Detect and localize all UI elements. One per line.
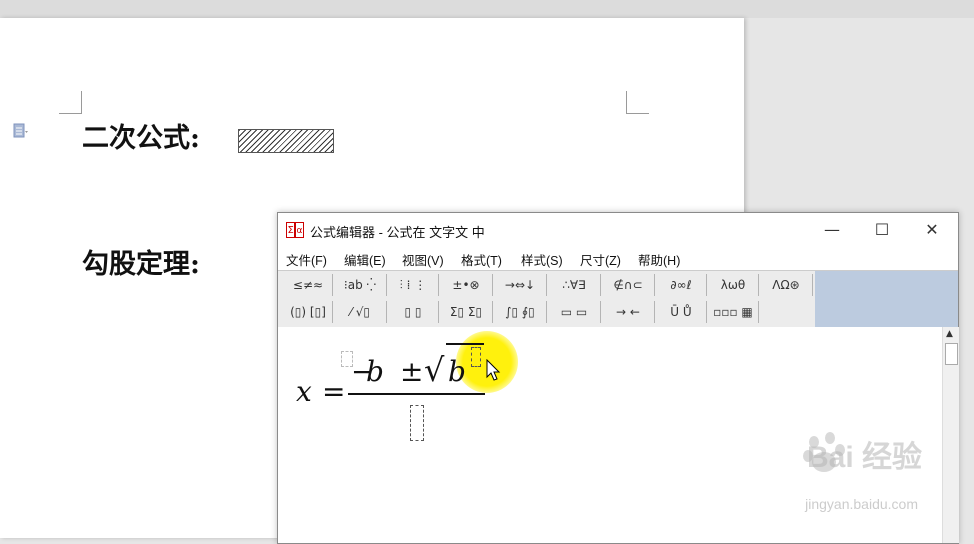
relations-palette[interactable]: ≤≠≈ bbox=[284, 274, 333, 296]
maximize-button[interactable]: ☐ bbox=[862, 217, 902, 243]
menu-bar: 文件(F) 编辑(E) 视图(V) 格式(T) 样式(S) 尺寸(Z) 帮助(H… bbox=[278, 247, 958, 269]
vertical-scrollbar[interactable]: ▲ bbox=[942, 327, 959, 543]
margin-corner-top-left bbox=[59, 91, 82, 114]
menu-help[interactable]: 帮助(H) bbox=[638, 250, 680, 269]
menu-format[interactable]: 格式(T) bbox=[461, 250, 502, 269]
embedded-equation-object[interactable] bbox=[238, 129, 334, 153]
formula-radical: √ bbox=[424, 351, 445, 389]
minimize-button[interactable]: — bbox=[812, 217, 852, 243]
fraction-bar bbox=[348, 393, 485, 395]
denominator-slot[interactable] bbox=[410, 405, 424, 441]
underbar-overbar-templates-palette[interactable]: ▭ ▭ bbox=[548, 301, 601, 323]
heading-pythagorean: 勾股定理: bbox=[82, 249, 200, 280]
greek-uppercase-palette[interactable]: ΛΩ⊛ bbox=[760, 274, 813, 296]
toolbar-empty-area bbox=[815, 271, 958, 327]
watermark-brand: Bai 经验 bbox=[806, 441, 922, 474]
equation-editor-window[interactable]: Σ α 公式编辑器 - 公式在 文字文 中 — ☐ ✕ 文件(F) 编辑(E) … bbox=[277, 212, 959, 544]
set-theory-palette[interactable]: ∉∩⊂ bbox=[602, 274, 655, 296]
spaces-ellipses-palette[interactable]: ⁝ab ⁛ bbox=[334, 274, 387, 296]
menu-edit[interactable]: 编辑(E) bbox=[344, 250, 386, 269]
scroll-up-arrow-icon[interactable]: ▲ bbox=[946, 329, 953, 339]
paragraph-icon[interactable] bbox=[12, 123, 28, 139]
matrix-templates-palette[interactable]: ▫▫▫ ▦ bbox=[708, 301, 759, 323]
menu-file[interactable]: 文件(F) bbox=[286, 250, 327, 269]
menu-view[interactable]: 视图(V) bbox=[402, 250, 444, 269]
svg-text:Σ: Σ bbox=[288, 225, 294, 236]
operators-palette[interactable]: ±•⊗ bbox=[440, 274, 493, 296]
summation-templates-palette[interactable]: Σ▯ Σ▯ bbox=[440, 301, 493, 323]
fraction-radical-templates-palette[interactable]: ⁄ √▯ bbox=[334, 301, 387, 323]
svg-text:α: α bbox=[297, 226, 303, 236]
greek-lowercase-palette[interactable]: λωθ bbox=[708, 274, 759, 296]
mouse-pointer-icon bbox=[486, 359, 501, 381]
misc-symbols-palette[interactable]: ∂∞ℓ bbox=[656, 274, 707, 296]
window-title: 公式编辑器 - 公式在 文字文 中 bbox=[310, 225, 485, 240]
symbol-toolbar: ≤≠≈ ⁝ab ⁛ ⫶ ⁞ ⋮ ±•⊗ →⇔↓ ∴∀∃ ∉∩⊂ ∂∞ℓ λωθ … bbox=[278, 270, 958, 328]
equation-editor-app-icon: Σ α bbox=[286, 222, 304, 238]
formula-b: b bbox=[366, 355, 384, 388]
formula-plus-minus: ± bbox=[400, 355, 424, 388]
menu-size[interactable]: 尺寸(Z) bbox=[580, 250, 621, 269]
menu-style[interactable]: 样式(S) bbox=[521, 250, 563, 269]
fence-templates-palette[interactable]: (▯) [▯] bbox=[284, 301, 333, 323]
scroll-thumb[interactable] bbox=[945, 343, 958, 365]
margin-corner-top-right bbox=[626, 91, 649, 114]
logic-palette[interactable]: ∴∀∃ bbox=[548, 274, 601, 296]
top-bar bbox=[0, 0, 974, 18]
integral-templates-palette[interactable]: ∫▯ ∮▯ bbox=[494, 301, 547, 323]
watermark-url: jingyan.baidu.com bbox=[805, 496, 918, 512]
arrows-palette[interactable]: →⇔↓ bbox=[494, 274, 547, 296]
formula-equals: = bbox=[322, 375, 346, 408]
superscript-slot[interactable] bbox=[471, 347, 481, 367]
embellishments-palette[interactable]: ⫶ ⁞ ⋮ bbox=[388, 274, 439, 296]
labeled-arrow-templates-palette[interactable]: → ← bbox=[602, 301, 655, 323]
subscript-superscript-templates-palette[interactable]: ▯ ▯ bbox=[388, 301, 439, 323]
radical-vinculum bbox=[446, 343, 484, 345]
products-set-templates-palette[interactable]: Ū Ů bbox=[656, 301, 707, 323]
heading-quadratic: 二次公式: bbox=[82, 123, 200, 154]
formula-b-under-radical: b bbox=[448, 355, 466, 388]
formula-x: x bbox=[296, 375, 312, 408]
close-button[interactable]: ✕ bbox=[912, 217, 952, 243]
title-bar[interactable]: Σ α 公式编辑器 - 公式在 文字文 中 — ☐ ✕ bbox=[278, 213, 958, 247]
